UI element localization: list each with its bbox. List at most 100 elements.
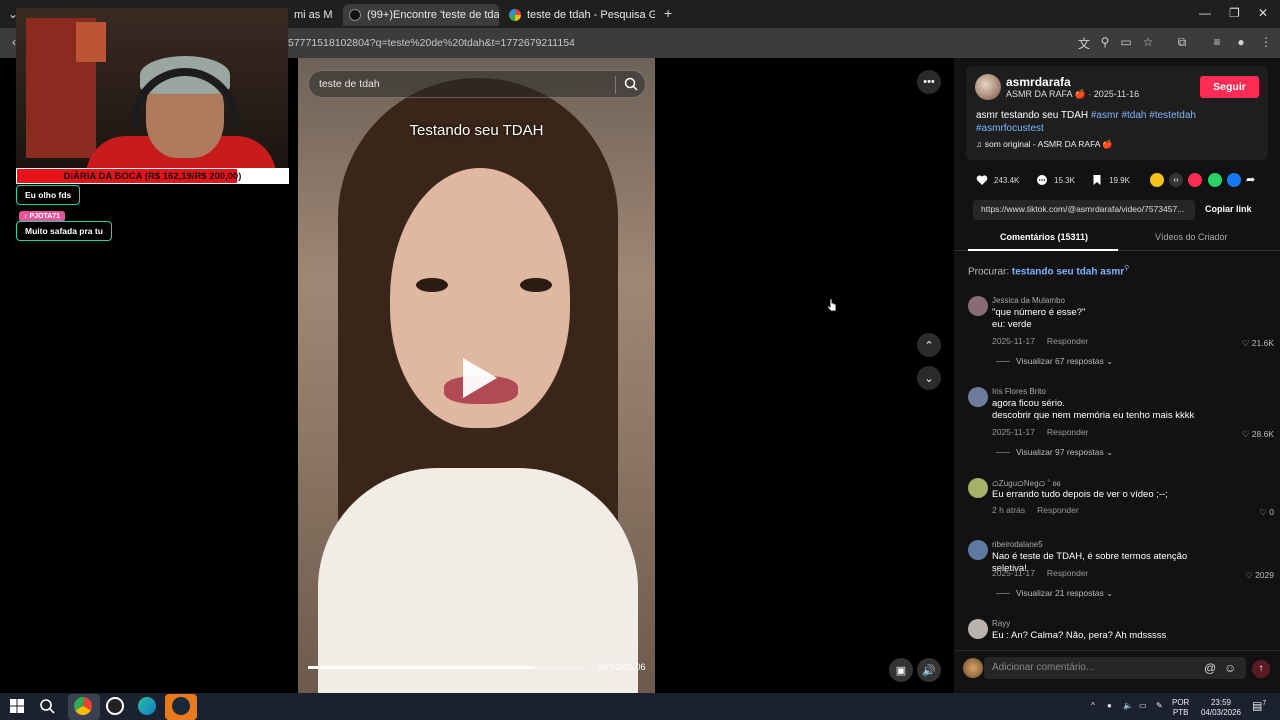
tab-1-close-icon[interactable]: ✕ bbox=[333, 8, 339, 22]
search-suggestion[interactable]: Procurar: testando seu tdah asmr⚲ bbox=[968, 264, 1129, 277]
hashtag-link[interactable]: #testetdah bbox=[1149, 110, 1196, 121]
zoom-icon[interactable]: ⚲ bbox=[1097, 35, 1113, 49]
comment-date: 2 h atrás bbox=[992, 505, 1026, 515]
volume-tray-icon[interactable]: 🔈 bbox=[1123, 701, 1133, 711]
user-avatar[interactable] bbox=[963, 658, 983, 678]
language-indicator[interactable]: POR PTB bbox=[1172, 698, 1189, 718]
search-suggestion-query[interactable]: testando seu tdah asmr bbox=[1012, 266, 1124, 277]
tab-1[interactable]: mi as M ✕ bbox=[288, 4, 338, 26]
windows-start-icon[interactable] bbox=[8, 697, 26, 715]
like-count[interactable]: 243.4K bbox=[976, 174, 1019, 186]
extensions-icon[interactable]: ⧉ bbox=[1174, 35, 1190, 50]
copy-link-button[interactable]: Copiar link bbox=[1205, 204, 1252, 214]
emoji-share-icon[interactable] bbox=[1150, 173, 1164, 187]
close-window-icon[interactable]: ✕ bbox=[1258, 6, 1268, 20]
comment-like-count: 0 bbox=[1269, 507, 1274, 517]
search-icon[interactable] bbox=[623, 76, 639, 92]
facebook-icon[interactable] bbox=[1227, 173, 1241, 187]
new-tab-icon[interactable]: + bbox=[664, 5, 672, 21]
heart-icon bbox=[976, 175, 988, 185]
comment-like[interactable]: ♡ 2029 bbox=[1245, 570, 1274, 581]
cast-icon[interactable]: ▭ bbox=[1118, 35, 1134, 49]
address-bar[interactable]: 577715181028​04?q=teste%20de%20tdah&t=17… bbox=[288, 37, 575, 49]
reply-button[interactable]: Responder bbox=[1037, 505, 1079, 515]
mention-icon[interactable]: @ bbox=[1204, 661, 1216, 675]
comment-like[interactable]: ♡ 21.6K bbox=[1242, 338, 1274, 349]
tab-comments[interactable]: Comentários (15311) bbox=[1000, 232, 1088, 242]
active-tab-indicator bbox=[968, 249, 1118, 251]
embed-code-icon[interactable]: ‹› bbox=[1169, 173, 1183, 187]
obs-icon[interactable] bbox=[106, 697, 124, 715]
reply-button[interactable]: Responder bbox=[1047, 427, 1089, 437]
menu-kebab-icon[interactable]: ⋮ bbox=[1258, 35, 1274, 49]
previous-video-icon[interactable]: ⌃ bbox=[917, 333, 941, 357]
comment-text: Eu errando tudo depois de ver o vídeo ;-… bbox=[992, 489, 1168, 500]
clock[interactable]: 23:59 04/03/2026 bbox=[1198, 698, 1244, 718]
comment-date: 2025-11-17 bbox=[992, 427, 1035, 437]
send-comment-icon[interactable]: ↑ bbox=[1252, 660, 1270, 678]
miniplayer-icon[interactable]: ▣ bbox=[889, 658, 913, 682]
tab-2[interactable]: (99+)Encontre 'teste de tdah' n ✕ bbox=[343, 4, 499, 26]
comment-author[interactable]: Rayy bbox=[992, 619, 1010, 628]
network-icon[interactable]: ▭ bbox=[1139, 701, 1147, 711]
comment-author[interactable]: Jessica da Mulambo bbox=[992, 296, 1065, 305]
send-to-friends-icon[interactable] bbox=[1188, 173, 1202, 187]
emoji-icon[interactable]: ☺ bbox=[1224, 661, 1236, 675]
avatar[interactable] bbox=[968, 478, 988, 498]
hand-cursor-icon bbox=[827, 298, 837, 312]
music-label: som original - ASMR DA RAFA 🍎 bbox=[984, 139, 1113, 149]
restore-icon[interactable]: ❐ bbox=[1229, 6, 1240, 20]
bookmark-star-icon[interactable]: ☆ bbox=[1140, 35, 1156, 49]
comment-count[interactable]: 15.3K bbox=[1036, 174, 1075, 186]
comment-author[interactable]: ribeirodalane5 bbox=[992, 540, 1043, 549]
video-link-field[interactable]: https://www.tiktok.com/@asmrdarafa/video… bbox=[973, 200, 1195, 220]
view-replies-button[interactable]: Visualizar 21 respostas ⌄ bbox=[996, 588, 1113, 599]
share-arrow-icon[interactable]: ➦ bbox=[1246, 173, 1260, 187]
bookmark-icon bbox=[1093, 175, 1101, 185]
follow-button[interactable]: Seguir bbox=[1200, 76, 1259, 98]
tray-app-icon[interactable]: ● bbox=[1107, 701, 1112, 711]
tab-3[interactable]: teste de tdah - Pesquisa Google ✕ bbox=[503, 4, 655, 26]
comment-author[interactable]: ᜊZuguᜊNegᜊ ˚ ʚɞ bbox=[992, 478, 1061, 489]
play-icon[interactable] bbox=[463, 358, 497, 398]
reading-list-icon[interactable]: ≡ bbox=[1209, 35, 1225, 49]
save-count[interactable]: 19.9K bbox=[1091, 174, 1130, 186]
avatar[interactable] bbox=[968, 540, 988, 560]
tray-expand-icon[interactable]: ^ bbox=[1091, 701, 1095, 711]
avatar[interactable] bbox=[968, 387, 988, 407]
reply-button[interactable]: Responder bbox=[1047, 336, 1089, 346]
creator-avatar[interactable] bbox=[975, 74, 1001, 100]
next-video-icon[interactable]: ⌄ bbox=[917, 366, 941, 390]
music-info[interactable]: ♫ som original - ASMR DA RAFA 🍎 bbox=[976, 139, 1113, 150]
search-query: teste de tdah bbox=[319, 78, 380, 90]
video-player[interactable]: Testando seu TDAH 00:53/01:06 bbox=[298, 58, 655, 693]
search-input[interactable]: teste de tdah bbox=[308, 70, 646, 98]
comment-like[interactable]: ♡ 28.6K bbox=[1242, 429, 1274, 440]
more-options-icon[interactable]: ••• bbox=[917, 70, 941, 94]
hashtag-link[interactable]: #tdah bbox=[1121, 110, 1146, 121]
hashtag-link[interactable]: #asmrfocustest bbox=[976, 123, 1044, 134]
avatar[interactable] bbox=[968, 619, 988, 639]
creator-nickname-date: ASMR DA RAFA 🍎 · 2025-11-16 bbox=[1006, 89, 1140, 99]
view-replies-button[interactable]: Visualizar 67 respostas ⌄ bbox=[996, 356, 1113, 367]
tab-creator-videos[interactable]: Vídeos do Criador bbox=[1155, 232, 1228, 242]
avatar[interactable] bbox=[968, 296, 988, 316]
hashtag-link[interactable]: #asmr bbox=[1091, 110, 1119, 121]
profile-avatar-icon[interactable]: ● bbox=[1233, 35, 1249, 49]
pen-icon[interactable]: ✎ bbox=[1156, 701, 1163, 711]
volume-icon[interactable]: 🔊 bbox=[917, 658, 941, 682]
minimize-icon[interactable]: — bbox=[1199, 6, 1211, 20]
translate-icon[interactable]: 文 bbox=[1076, 35, 1092, 52]
language-code: POR bbox=[1172, 698, 1190, 707]
edge-icon[interactable] bbox=[138, 697, 156, 715]
notification-icon[interactable]: ▤7 bbox=[1252, 699, 1266, 712]
screen: ⌄ mi as M ✕ (99+)Encontre 'teste de tdah… bbox=[0, 0, 1280, 720]
creator-username[interactable]: asmrdarafa bbox=[1006, 75, 1071, 89]
comment-like[interactable]: ♡ 0 bbox=[1259, 507, 1274, 518]
search-icon[interactable] bbox=[38, 697, 56, 715]
video-progress-bar[interactable] bbox=[308, 666, 586, 669]
view-replies-button[interactable]: Visualizar 97 respostas ⌄ bbox=[996, 447, 1113, 458]
reply-button[interactable]: Responder bbox=[1047, 568, 1089, 578]
whatsapp-icon[interactable] bbox=[1208, 173, 1222, 187]
comment-author[interactable]: Iris Flores Brito bbox=[992, 387, 1046, 396]
